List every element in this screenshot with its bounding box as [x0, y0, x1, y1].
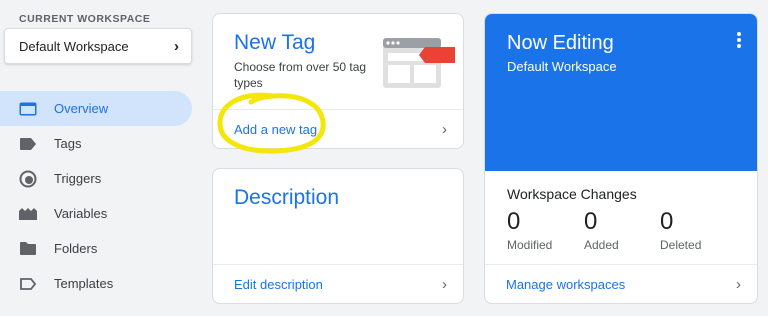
edit-description-link[interactable]: Edit description › — [213, 264, 463, 303]
sidebar-item-overview[interactable]: Overview — [0, 91, 192, 126]
stat-value: 0 — [584, 208, 598, 235]
stat-modified: 0 Modified — [507, 208, 552, 252]
sidebar-item-label: Variables — [54, 206, 108, 221]
more-vert-icon[interactable] — [735, 32, 743, 48]
sidebar-item-triggers[interactable]: Triggers — [0, 161, 192, 196]
editing-workspace-name: Default Workspace — [507, 59, 617, 74]
workspace-selector[interactable]: Default Workspace › — [4, 28, 192, 64]
sidebar-item-variables[interactable]: Variables — [0, 196, 192, 231]
stat-label: Modified — [507, 238, 553, 252]
sidebar-item-templates[interactable]: Templates — [0, 266, 192, 301]
now-editing-banner: Now Editing Default Workspace — [485, 14, 757, 171]
chevron-right-icon: › — [442, 120, 447, 138]
sidebar-item-label: Folders — [54, 241, 98, 256]
manage-workspaces-link[interactable]: Manage workspaces › — [485, 264, 757, 303]
add-new-tag-link[interactable]: Add a new tag › — [213, 109, 463, 148]
edit-description-label: Edit description — [234, 276, 323, 292]
overview-icon — [18, 99, 38, 119]
chevron-right-icon: › — [442, 275, 447, 293]
template-icon — [18, 274, 38, 294]
chevron-right-icon: › — [736, 275, 741, 293]
add-new-tag-label: Add a new tag — [234, 121, 318, 137]
description-card: Description Edit description › — [212, 168, 464, 304]
sidebar-item-label: Tags — [54, 136, 82, 151]
stat-label: Added — [584, 238, 619, 252]
stat-value: 0 — [660, 208, 674, 235]
sidebar-item-label: Overview — [54, 101, 109, 116]
new-tag-title[interactable]: New Tag — [234, 31, 315, 55]
new-tag-card: New Tag Choose from over 50 tag types Ad… — [212, 13, 464, 149]
description-title[interactable]: Description — [234, 186, 339, 210]
sidebar-item-label: Templates — [54, 276, 114, 291]
new-tag-illustration-icon — [383, 38, 455, 95]
stat-deleted: 0 Deleted — [660, 208, 701, 252]
sidebar-item-label: Triggers — [54, 171, 102, 186]
sidebar-nav: Overview Tags Triggers Variables Folders — [0, 91, 192, 301]
new-tag-description: Choose from over 50 tag types — [234, 60, 367, 90]
stat-added: 0 Added — [584, 208, 619, 252]
tag-icon — [18, 134, 38, 154]
manage-workspaces-label: Manage workspaces — [506, 276, 626, 292]
workspace-changes-heading: Workspace Changes — [507, 186, 637, 202]
chevron-right-icon: › — [174, 37, 179, 55]
trigger-icon — [18, 169, 38, 189]
sidebar: CURRENT WORKSPACE Default Workspace › Ov… — [0, 0, 200, 316]
now-editing-card: Now Editing Default Workspace Workspace … — [484, 13, 758, 304]
sidebar-item-tags[interactable]: Tags — [0, 126, 192, 161]
stat-label: Deleted — [660, 238, 702, 252]
now-editing-title: Now Editing — [507, 32, 614, 54]
stat-value: 0 — [507, 208, 521, 235]
variables-icon — [18, 204, 38, 224]
folder-icon — [18, 239, 38, 259]
current-workspace-label: CURRENT WORKSPACE — [19, 13, 151, 25]
workspace-name: Default Workspace — [19, 38, 129, 54]
sidebar-item-folders[interactable]: Folders — [0, 231, 192, 266]
